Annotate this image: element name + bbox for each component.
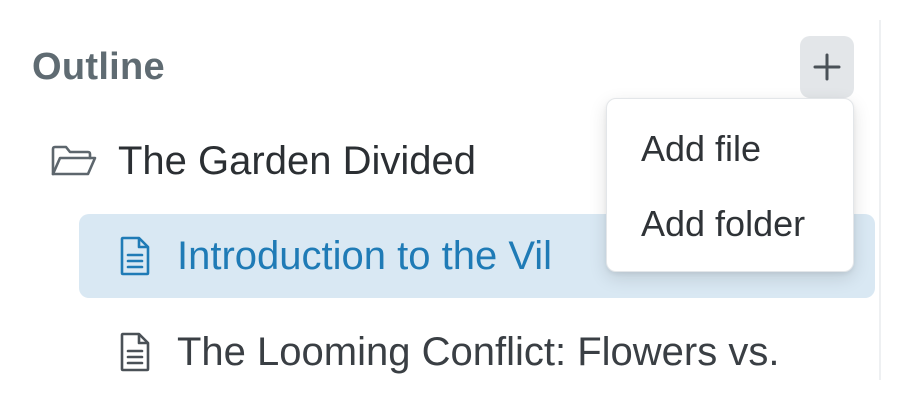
tree-file-the-looming-conflict[interactable]: The Looming Conflict: Flowers vs. (79, 310, 875, 394)
folder-open-icon (50, 144, 98, 178)
add-button[interactable] (800, 36, 854, 98)
menu-item-add-folder[interactable]: Add folder (607, 194, 853, 254)
tree-file-label: Introduction to the Vil (177, 234, 553, 278)
tree-folder-label: The Garden Divided (118, 139, 476, 183)
add-menu-dropdown: Add file Add folder (606, 98, 854, 272)
tree-file-label: The Looming Conflict: Flowers vs. (177, 330, 780, 374)
tree-folder-the-garden-divided[interactable]: The Garden Divided (50, 136, 476, 186)
outline-title: Outline (32, 46, 165, 88)
outline-panel: Outline The Garden Divided Introduction (0, 0, 914, 412)
document-icon (119, 236, 151, 276)
menu-item-add-file[interactable]: Add file (607, 119, 853, 179)
document-icon (119, 332, 151, 372)
plus-icon (813, 53, 841, 81)
panel-divider (879, 20, 881, 380)
